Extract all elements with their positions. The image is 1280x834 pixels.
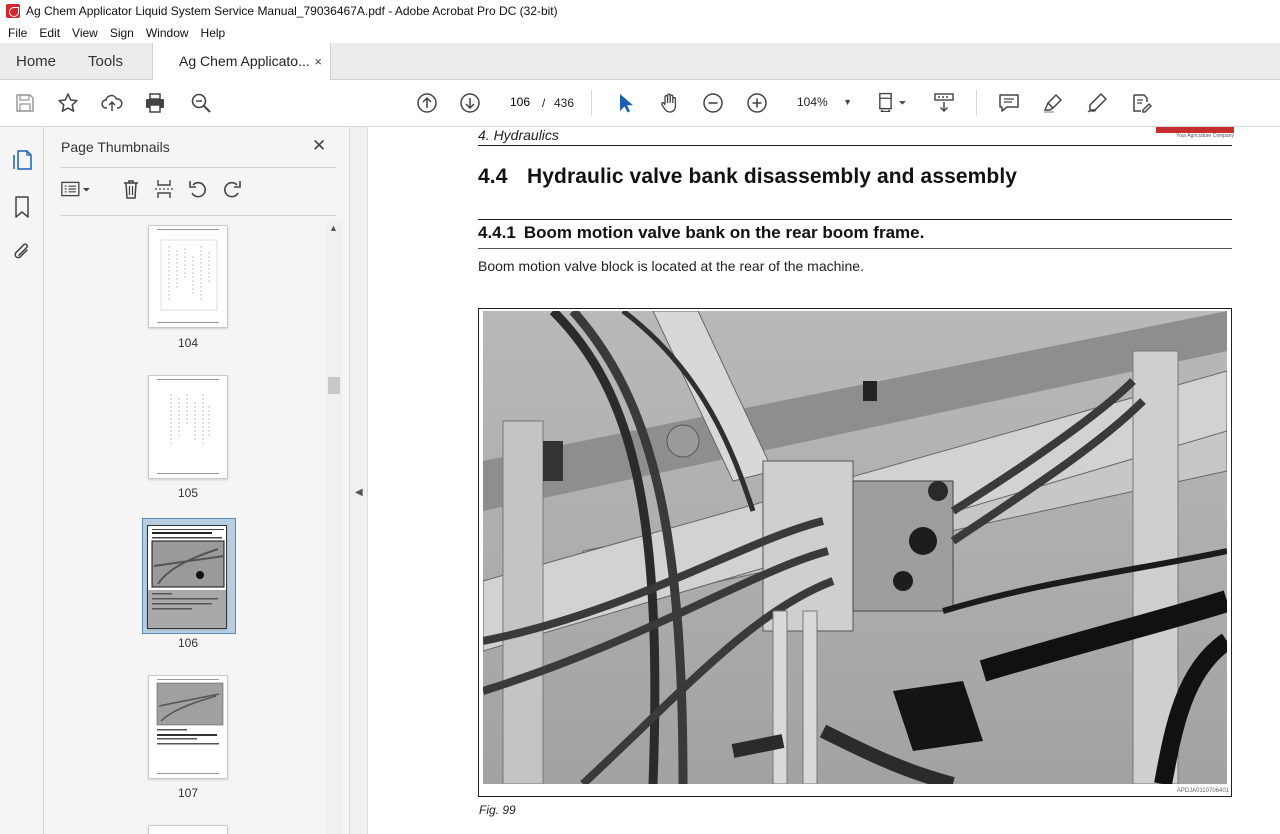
valve-bank-illustration xyxy=(483,311,1227,784)
header-rule xyxy=(478,145,1232,146)
thumbnail-page-104[interactable] xyxy=(148,225,228,328)
print-icon[interactable] xyxy=(143,91,167,115)
page-number-input[interactable] xyxy=(503,90,537,114)
thumbnails-panel: Page Thumbnails ✕ 104 105 106 107 ▲ xyxy=(44,127,349,834)
toolbar-divider xyxy=(976,90,977,116)
rotate-right-icon[interactable] xyxy=(220,177,244,201)
menu-edit[interactable]: Edit xyxy=(33,26,66,40)
left-rail xyxy=(0,127,44,834)
acrobat-logo-icon xyxy=(6,4,20,18)
thumbnail-page-106[interactable] xyxy=(147,525,227,629)
thumbnails-scrollbar[interactable]: ▲ xyxy=(326,221,342,834)
logo-tagline: Your Agriculture Company xyxy=(1176,133,1234,139)
draw-icon[interactable] xyxy=(1085,91,1109,115)
section-title: Hydraulic valve bank disassembly and ass… xyxy=(527,165,1018,188)
figure-caption: Fig. 99 xyxy=(479,803,516,817)
tab-home[interactable]: Home xyxy=(16,43,56,80)
zoom-in-icon[interactable] xyxy=(745,91,769,115)
section-heading: 4.4 Hydraulic valve bank disassembly and … xyxy=(478,165,1017,189)
thumbnail-page-107[interactable] xyxy=(148,675,228,779)
window-title: Ag Chem Applicator Liquid System Service… xyxy=(26,4,558,18)
fill-sign-icon[interactable] xyxy=(1129,91,1153,115)
save-icon[interactable] xyxy=(13,91,37,115)
zoom-value: 104% xyxy=(797,95,828,109)
panel-collapse-strip[interactable]: ◀ xyxy=(349,127,368,834)
figure-code: APDJA0110706401 xyxy=(1176,788,1229,794)
hand-icon[interactable] xyxy=(657,91,681,115)
company-logo: Your Agriculture Company xyxy=(1154,127,1234,141)
subsection-rule xyxy=(478,219,1232,220)
toolbar-divider xyxy=(591,90,592,116)
menu-window[interactable]: Window xyxy=(140,26,195,40)
bookmark-star-icon[interactable] xyxy=(56,91,80,115)
thumbnail-label: 107 xyxy=(177,786,199,800)
delete-icon[interactable] xyxy=(119,177,143,201)
menu-sign[interactable]: Sign xyxy=(104,26,140,40)
section-number: 4.4 xyxy=(478,165,508,188)
thumbnail-label: 105 xyxy=(177,486,199,500)
scroll-up-icon[interactable]: ▲ xyxy=(329,223,338,233)
main-toolbar xyxy=(0,80,1280,127)
subsection-heading: 4.4.1 Boom motion valve bank on the rear … xyxy=(478,223,924,243)
subsection-title: Boom motion valve bank on the rear boom … xyxy=(523,223,925,242)
rotate-left-icon[interactable] xyxy=(186,177,210,201)
bookmarks-icon[interactable] xyxy=(11,195,33,219)
running-head: 4. Hydraulics xyxy=(478,127,559,143)
subsection-number: 4.4.1 xyxy=(478,223,516,242)
extract-icon[interactable] xyxy=(152,177,176,201)
tab-tools[interactable]: Tools xyxy=(88,43,123,80)
thumbnails-icon[interactable] xyxy=(11,148,33,172)
menu-view[interactable]: View xyxy=(66,26,104,40)
figure-photo: APDJA0110706401 xyxy=(478,308,1232,797)
body-paragraph: Boom motion valve block is located at th… xyxy=(478,258,864,274)
tab-document[interactable]: Ag Chem Applicato... × xyxy=(152,43,331,81)
tab-document-label: Ag Chem Applicato... xyxy=(179,53,310,69)
close-icon[interactable]: ✕ xyxy=(312,136,330,155)
page-up-icon[interactable] xyxy=(415,91,439,115)
thumbnail-label: 106 xyxy=(177,636,199,650)
collapse-left-icon[interactable]: ◀ xyxy=(355,487,363,498)
page-separator: / xyxy=(542,96,546,110)
zoom-out-icon[interactable] xyxy=(701,91,725,115)
select-cursor-icon[interactable] xyxy=(613,91,637,115)
divider xyxy=(60,215,336,216)
attachments-icon[interactable] xyxy=(11,240,33,264)
menu-help[interactable]: Help xyxy=(195,26,232,40)
page-total: 436 xyxy=(554,96,575,110)
menu-file[interactable]: File xyxy=(2,26,33,40)
scroll-mode-icon[interactable] xyxy=(932,91,956,115)
document-viewer[interactable]: 4. Hydraulics Your Agriculture Company 4… xyxy=(368,127,1280,834)
tab-close-icon[interactable]: × xyxy=(314,43,322,80)
divider xyxy=(60,167,336,168)
highlight-icon[interactable] xyxy=(1041,91,1065,115)
menu-bar: File Edit View Sign Window Help xyxy=(0,22,1280,43)
comment-icon[interactable] xyxy=(997,91,1021,115)
thumbnail-label: 104 xyxy=(177,336,199,350)
title-bar: Ag Chem Applicator Liquid System Service… xyxy=(0,0,1280,22)
search-zoom-icon[interactable] xyxy=(189,91,213,115)
upload-icon[interactable] xyxy=(100,91,124,115)
scrollbar-thumb[interactable] xyxy=(328,377,340,394)
subsection-rule xyxy=(478,248,1232,249)
tab-bar: Home Tools Ag Chem Applicato... × xyxy=(0,43,1280,81)
page-down-icon[interactable] xyxy=(458,91,482,115)
page-fit-icon[interactable] xyxy=(876,91,910,115)
thumbnail-page-105[interactable] xyxy=(148,375,228,479)
zoom-select[interactable]: 104% ▼ xyxy=(789,90,856,114)
chevron-down-icon: ▼ xyxy=(843,97,852,107)
thumbnail-page-next[interactable] xyxy=(148,825,228,834)
panel-title: Page Thumbnails xyxy=(61,139,170,155)
options-menu-icon[interactable] xyxy=(58,177,94,201)
